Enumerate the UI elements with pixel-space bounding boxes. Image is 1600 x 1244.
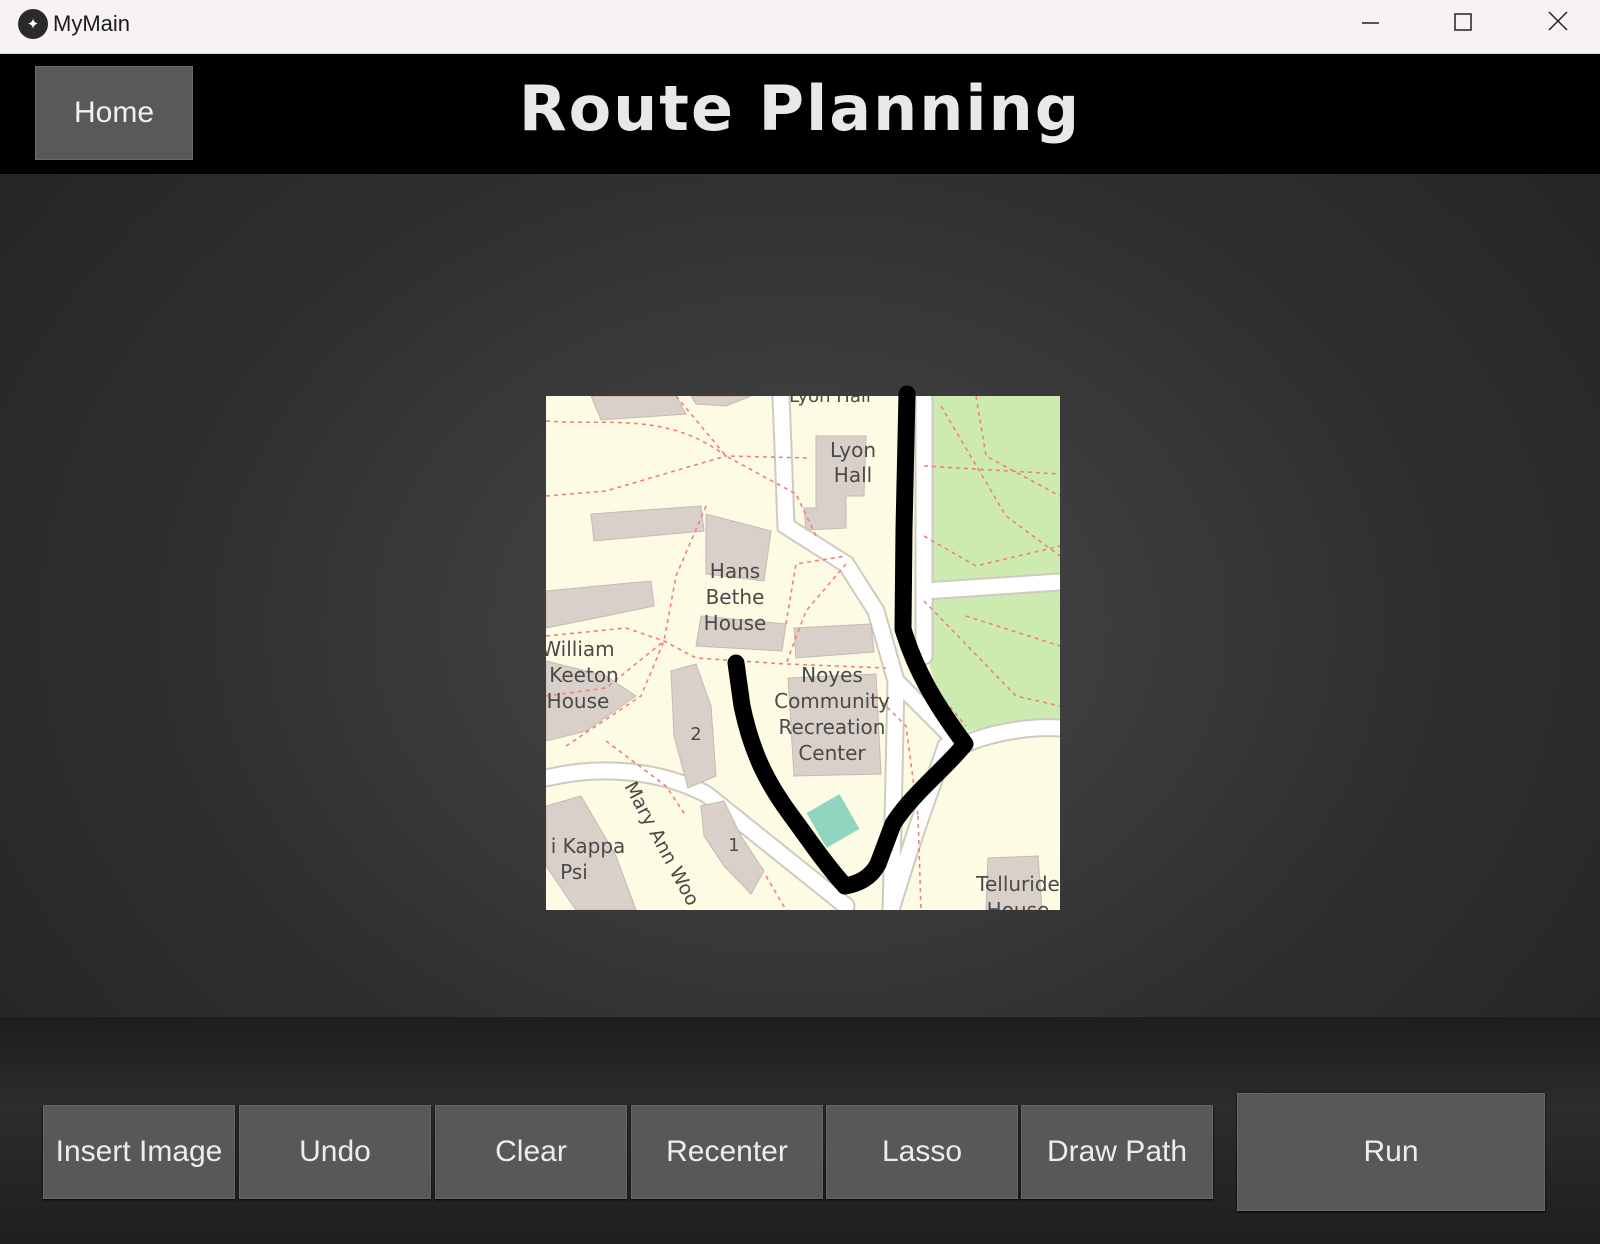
clear-button[interactable]: Clear (435, 1105, 627, 1199)
map-label-william-keeton: William Keeton House (546, 637, 619, 713)
map-label-hans-bethe: Hans Bethe House (704, 559, 767, 635)
minimize-icon[interactable] (1348, 6, 1394, 42)
lyon-hall-line-2: Hall (834, 463, 872, 487)
maximize-icon[interactable] (1440, 6, 1486, 42)
map-label-telluride: Telluride House (975, 872, 1060, 910)
recenter-button[interactable]: Recenter (631, 1105, 823, 1199)
close-icon[interactable] (1535, 6, 1581, 42)
park-area (924, 396, 1060, 736)
header-bar: Home Route Planning (0, 54, 1600, 174)
page-title: Route Planning (518, 72, 1082, 145)
window-titlebar: ✦ MyMain (0, 0, 1600, 54)
bottom-toolbar: Insert Image Undo Clear Recenter Lasso D… (0, 1017, 1600, 1244)
map-image[interactable]: Lyon Hall Lyon Hall Hans Bethe House Willia… (546, 396, 1060, 910)
draw-path-button[interactable]: Draw Path (1021, 1105, 1213, 1199)
lasso-button[interactable]: Lasso (826, 1105, 1018, 1199)
insert-image-button[interactable]: Insert Image (43, 1105, 235, 1199)
map-label-lyon-hall-top: Lyon Hall (789, 396, 871, 407)
map-tile-svg: Lyon Hall Lyon Hall Hans Bethe House Willia… (546, 396, 1060, 910)
home-button[interactable]: Home (35, 66, 193, 160)
map-label-building-1: 1 (728, 835, 739, 856)
undo-button[interactable]: Undo (239, 1105, 431, 1199)
kivy-logo-icon: ✦ (18, 9, 48, 39)
map-label-building-2: 2 (690, 724, 701, 745)
window-title: MyMain (53, 11, 131, 36)
map-label-lyon-hall: Lyon Hall (830, 438, 876, 487)
run-button[interactable]: Run (1237, 1093, 1545, 1211)
lyon-hall-line-1: Lyon (830, 438, 876, 462)
app-area: Home Route Planning Lyon Hall Lyon Hall … (0, 54, 1600, 1244)
